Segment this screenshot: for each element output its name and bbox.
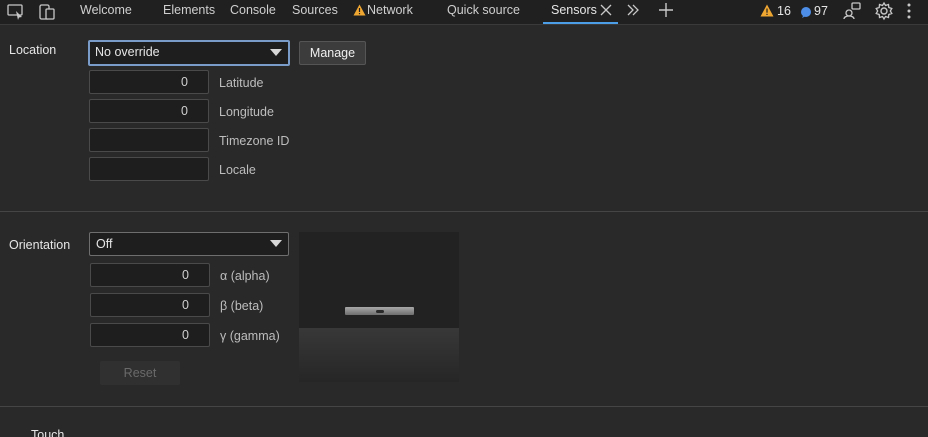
orientation-floor — [299, 328, 459, 382]
warnings-icon[interactable] — [760, 4, 774, 20]
add-tab-icon[interactable] — [657, 1, 677, 21]
timezone-input[interactable] — [89, 128, 209, 152]
alpha-input[interactable]: 0 — [90, 263, 210, 287]
locale-label: Locale — [219, 163, 256, 177]
messages-count[interactable]: 97 — [814, 4, 828, 18]
orientation-label: Orientation — [9, 238, 71, 252]
orientation-select[interactable]: Off — [89, 232, 289, 256]
timezone-label: Timezone ID — [219, 134, 290, 148]
section-divider — [0, 211, 928, 212]
active-tab-indicator — [543, 22, 618, 24]
gamma-label: γ (gamma) — [220, 329, 280, 343]
tab-quick-source[interactable]: Quick source — [447, 0, 520, 25]
location-label: Location — [9, 43, 57, 57]
section-divider — [0, 406, 928, 407]
tab-sources[interactable]: Sources — [292, 0, 338, 25]
reset-button[interactable]: Reset — [100, 361, 180, 385]
device-notch — [376, 310, 384, 313]
tab-welcome[interactable]: Welcome — [80, 0, 132, 25]
warning-icon — [353, 4, 366, 19]
latitude-label: Latitude — [219, 76, 264, 90]
location-select-value: No override — [95, 45, 160, 59]
orientation-preview[interactable] — [299, 232, 459, 382]
message-icon[interactable] — [800, 6, 812, 21]
settings-icon[interactable] — [874, 1, 894, 21]
chevron-down-icon — [270, 49, 282, 56]
longitude-label: Longitude — [219, 105, 274, 119]
device-toolbar-icon[interactable] — [37, 2, 57, 22]
tab-console[interactable]: Console — [230, 0, 276, 25]
chevron-down-icon — [270, 240, 282, 247]
touch-label: Touch — [31, 428, 65, 437]
more-options-icon[interactable] — [904, 2, 914, 22]
manage-button[interactable]: Manage — [299, 41, 366, 65]
beta-input[interactable]: 0 — [90, 293, 210, 317]
tab-elements[interactable]: Elements — [163, 0, 215, 25]
latitude-input[interactable]: 0 — [89, 70, 209, 94]
tab-network[interactable]: Network — [367, 0, 413, 25]
devtools-toolbar: Welcome Elements Console Sources Network… — [0, 0, 928, 25]
gamma-input[interactable]: 0 — [90, 323, 210, 347]
alpha-label: α (alpha) — [220, 269, 270, 283]
locale-input[interactable] — [89, 157, 209, 181]
inspect-icon[interactable] — [6, 2, 26, 22]
location-select[interactable]: No override — [88, 40, 290, 66]
orientation-select-value: Off — [96, 237, 113, 251]
longitude-input[interactable]: 0 — [89, 99, 209, 123]
beta-label: β (beta) — [220, 299, 264, 313]
warnings-count[interactable]: 16 — [777, 4, 791, 18]
feedback-icon[interactable] — [842, 1, 862, 21]
more-tabs-icon[interactable] — [625, 2, 645, 22]
device-model[interactable] — [345, 307, 414, 315]
close-icon[interactable] — [598, 2, 618, 22]
